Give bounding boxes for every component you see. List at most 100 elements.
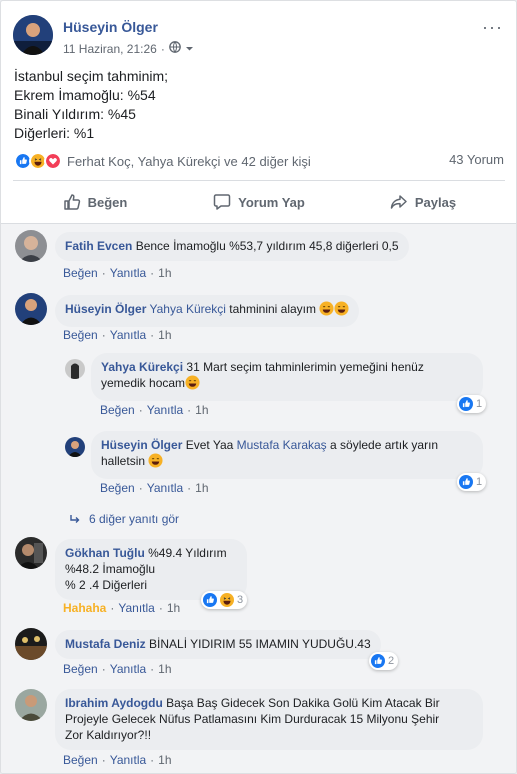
reply-author[interactable]: Yahya Kürekçi bbox=[101, 360, 183, 374]
comment-haha-link[interactable]: Hahaha bbox=[63, 601, 106, 615]
more-options-button[interactable]: ··· bbox=[482, 17, 503, 38]
comment-actions: Beğen · Yanıtla · 1h bbox=[63, 266, 172, 280]
like-reaction-icon bbox=[459, 397, 473, 411]
grin-emoji-icon bbox=[148, 453, 163, 472]
comment-reply-link[interactable]: Yanıtla bbox=[110, 328, 146, 342]
reply-reply-link[interactable]: Yanıtla bbox=[147, 481, 183, 495]
reply: Hüseyin Ölger Evet Yaa Mustafa Karakaş a… bbox=[65, 431, 505, 501]
reaction-badge[interactable]: 1 bbox=[457, 395, 487, 413]
comment-time[interactable]: 1h bbox=[158, 753, 171, 767]
comment: Mustafa Deniz BİNALİ YIDIRIM 55 IMAMIN Y… bbox=[15, 628, 505, 678]
reaction-icons[interactable] bbox=[14, 152, 62, 170]
comment-time[interactable]: 1h bbox=[167, 601, 180, 615]
avatar[interactable] bbox=[15, 628, 47, 660]
comment-count[interactable]: 43 Yorum bbox=[449, 152, 504, 167]
comment-actions: Beğen · Yanıtla · 1h bbox=[63, 662, 172, 676]
reply-text: a söylede artık yarın bbox=[326, 438, 439, 452]
reply-text: Evet Yaa bbox=[185, 438, 237, 452]
share-button[interactable]: Paylaş bbox=[341, 185, 505, 219]
reaction-names[interactable]: Ferhat Koç, Yahya Kürekçi ve 42 diğer ki… bbox=[67, 154, 311, 169]
comment-time[interactable]: 1h bbox=[158, 662, 171, 676]
share-label: Paylaş bbox=[414, 194, 457, 210]
avatar[interactable] bbox=[65, 359, 85, 379]
separator: · bbox=[110, 601, 115, 615]
comment: Ibrahim Aydogdu Başa Baş Gidecek Son Dak… bbox=[15, 689, 505, 773]
comment-author[interactable]: Fatih Evcen bbox=[65, 239, 132, 253]
grin-emoji-icon bbox=[334, 301, 349, 320]
post-date[interactable]: 11 Haziran, 21:26 bbox=[63, 42, 157, 56]
haha-reaction-icon bbox=[220, 593, 234, 607]
reply-reply-link[interactable]: Yanıtla bbox=[147, 403, 183, 417]
reply-text: yemedik hocam bbox=[101, 376, 186, 390]
comment-text: Başa Baş Gidecek Son Dakika Golü Kim Ata… bbox=[166, 696, 440, 710]
avatar[interactable] bbox=[15, 230, 47, 262]
reply-actions: Beğen · Yanıtla · 1h bbox=[100, 481, 209, 495]
post-line: Diğerleri: %1 bbox=[14, 125, 95, 141]
reply-like-link[interactable]: Beğen bbox=[100, 403, 135, 417]
reply-time[interactable]: 1h bbox=[195, 481, 208, 495]
post-line: Binali Yıldırım: %45 bbox=[14, 106, 136, 122]
avatar[interactable] bbox=[15, 689, 47, 721]
chevron-down-icon[interactable] bbox=[185, 42, 194, 56]
comment-actions: Beğen · Yanıtla · 1h bbox=[63, 328, 172, 342]
like-reaction-icon bbox=[371, 654, 385, 668]
thumbs-up-icon bbox=[63, 194, 80, 210]
like-button[interactable]: Beğen bbox=[13, 185, 177, 219]
comment-author[interactable]: Gökhan Tuğlu bbox=[65, 546, 145, 560]
comment-reply-link[interactable]: Yanıtla bbox=[118, 601, 154, 615]
separator: · bbox=[187, 403, 192, 417]
mention-link[interactable]: Mustafa Karakaş bbox=[237, 438, 327, 452]
comment-author[interactable]: Hüseyin Ölger bbox=[65, 302, 146, 316]
reply-like-link[interactable]: Beğen bbox=[100, 481, 135, 495]
reaction-badge[interactable]: 3 bbox=[201, 591, 248, 609]
post-actions: Beğen Yorum Yap Paylaş bbox=[13, 185, 505, 219]
reaction-badge[interactable]: 2 bbox=[369, 652, 399, 670]
comment-label: Yorum Yap bbox=[238, 194, 305, 210]
more-replies-label: 6 diğer yanıtı gör bbox=[89, 512, 180, 526]
reply-bubble: Hüseyin Ölger Evet Yaa Mustafa Karakaş a… bbox=[91, 431, 483, 479]
post-author-name[interactable]: Hüseyin Ölger bbox=[63, 19, 158, 35]
separator: · bbox=[150, 266, 155, 280]
comment-author[interactable]: Mustafa Deniz bbox=[65, 637, 146, 651]
reaction-badge[interactable]: 1 bbox=[457, 473, 487, 491]
separator: · bbox=[138, 481, 143, 495]
avatar[interactable] bbox=[15, 537, 47, 569]
post-line: İstanbul seçim tahminim; bbox=[14, 68, 169, 84]
author-avatar[interactable] bbox=[13, 15, 53, 55]
comment-time[interactable]: 1h bbox=[158, 266, 171, 280]
post-line: Ekrem İmamoğlu: %54 bbox=[14, 87, 156, 103]
reply-text: 31 Mart seçim tahminlerimin yemeğini hen… bbox=[186, 360, 424, 374]
comment-author[interactable]: Ibrahim Aydogdu bbox=[65, 696, 163, 710]
comment-reply-link[interactable]: Yanıtla bbox=[110, 662, 146, 676]
share-icon bbox=[390, 195, 407, 209]
separator: · bbox=[101, 662, 106, 676]
globe-icon[interactable] bbox=[168, 41, 181, 56]
comment-time[interactable]: 1h bbox=[158, 328, 171, 342]
divider bbox=[13, 180, 505, 181]
avatar[interactable] bbox=[15, 293, 47, 325]
comment-reply-link[interactable]: Yanıtla bbox=[110, 266, 146, 280]
avatar[interactable] bbox=[65, 437, 85, 457]
comment-like-link[interactable]: Beğen bbox=[63, 662, 98, 676]
reply-author[interactable]: Hüseyin Ölger bbox=[101, 438, 182, 452]
comment-bubble: Fatih Evcen Bence İmamoğlu %53,7 yıldırı… bbox=[55, 232, 409, 261]
comment-button[interactable]: Yorum Yap bbox=[177, 185, 341, 219]
mention-link[interactable]: Yahya Kürekçi bbox=[149, 302, 225, 316]
comment-reply-link[interactable]: Yanıtla bbox=[110, 753, 146, 767]
comment-like-link[interactable]: Beğen bbox=[63, 328, 98, 342]
reply-time[interactable]: 1h bbox=[195, 403, 208, 417]
separator: · bbox=[150, 753, 155, 767]
grin-emoji-icon bbox=[319, 301, 334, 320]
reaction-count: 1 bbox=[476, 476, 483, 488]
comment-text: Zor Kaldırıyor?!! bbox=[65, 728, 152, 742]
separator: · bbox=[150, 328, 155, 342]
post-meta: 11 Haziran, 21:26 · bbox=[63, 41, 194, 56]
more-replies-link[interactable]: 6 diğer yanıtı gör bbox=[69, 512, 179, 526]
separator: · bbox=[150, 662, 155, 676]
like-reaction-icon bbox=[459, 475, 473, 489]
comment-like-link[interactable]: Beğen bbox=[63, 753, 98, 767]
comment-bubble: Ibrahim Aydogdu Başa Baş Gidecek Son Dak… bbox=[55, 689, 483, 750]
love-reaction-icon bbox=[44, 152, 62, 170]
reply-bubble: Yahya Kürekçi 31 Mart seçim tahminlerimi… bbox=[91, 353, 483, 401]
comment-like-link[interactable]: Beğen bbox=[63, 266, 98, 280]
